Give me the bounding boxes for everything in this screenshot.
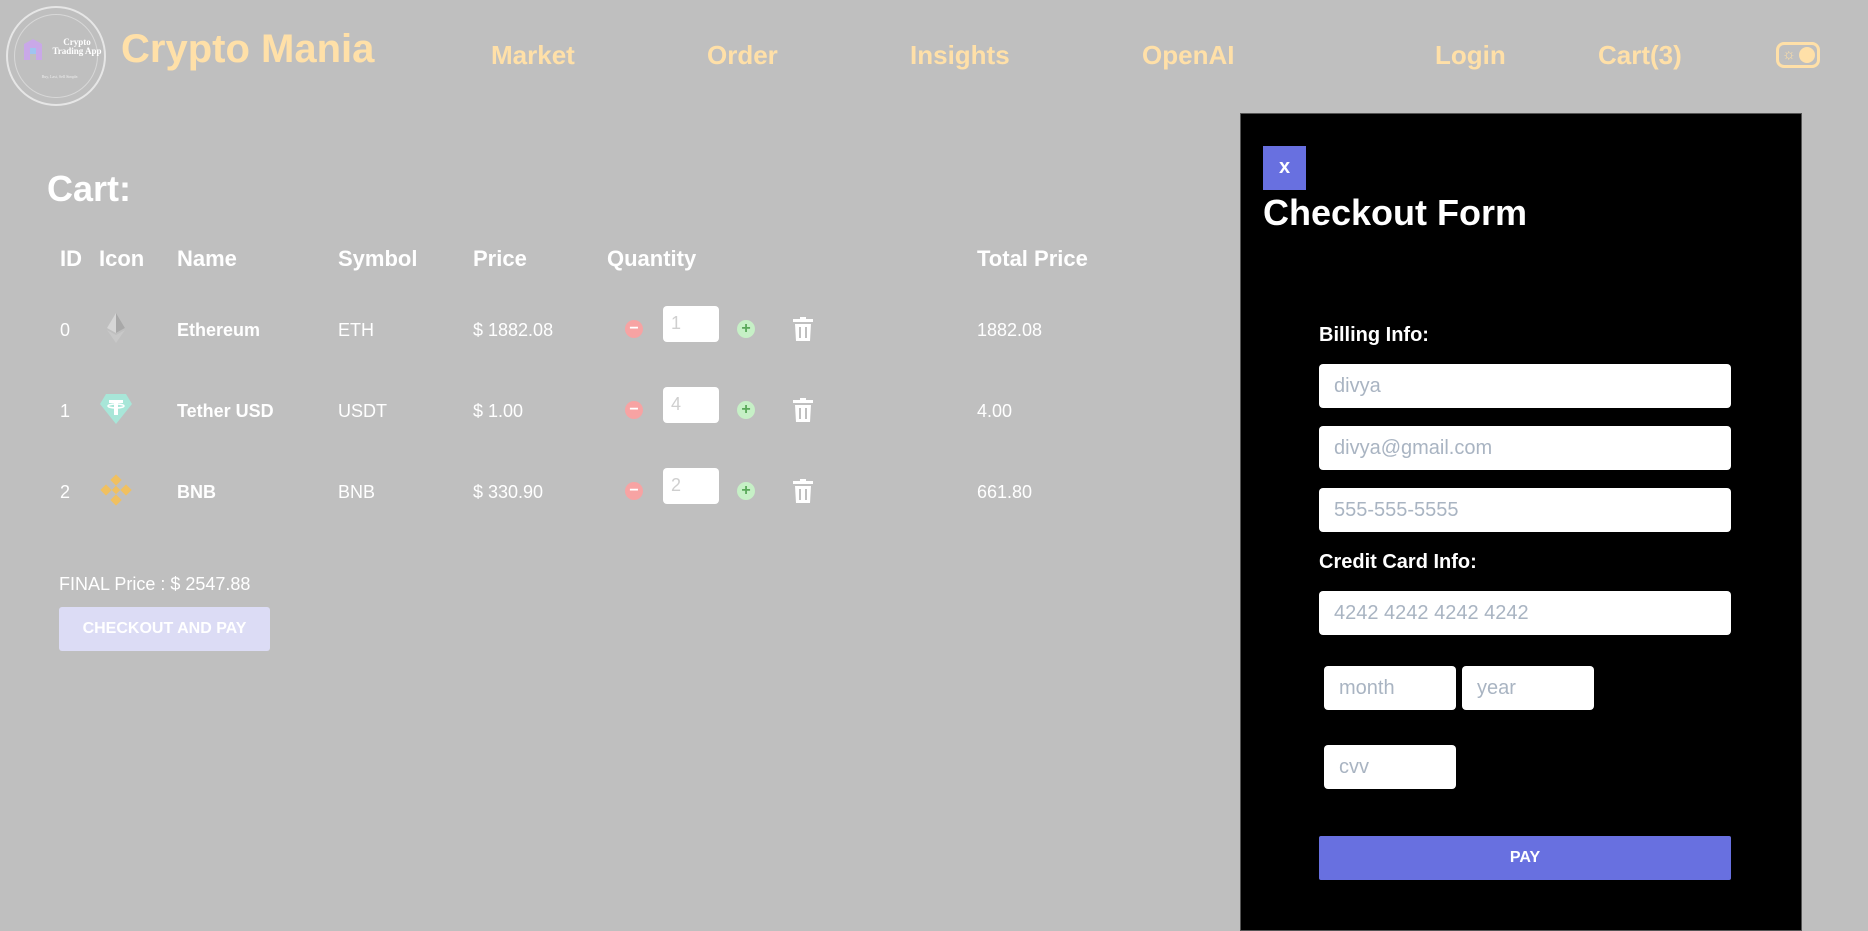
col-header-price: Price [473,246,527,271]
theme-toggle[interactable]: ☼ [1776,42,1820,68]
email-field[interactable]: divya@gmail.com [1319,426,1731,470]
ethereum-icon [107,313,125,343]
close-button[interactable]: x [1263,146,1306,190]
nav-insights[interactable]: Insights [910,40,1010,71]
col-header-name: Name [177,246,237,271]
cart-title: Cart: [47,168,132,209]
decrease-quantity-button[interactable]: − [625,482,643,500]
cvv-field[interactable]: cvv [1324,745,1456,789]
col-header-id: ID [60,246,82,271]
row-price: $ 1.00 [473,401,524,421]
row-symbol: USDT [338,401,387,421]
checkout-title: Checkout Form [1263,192,1528,233]
row-total: 4.00 [977,401,1013,421]
decrease-quantity-button[interactable]: − [625,401,643,419]
decrease-quantity-button[interactable]: − [625,320,643,338]
quantity-input[interactable]: 4 [663,387,719,423]
increase-quantity-button[interactable]: + [737,320,755,338]
toggle-knob [1799,47,1815,63]
row-id: 1 [60,401,71,421]
quantity-input[interactable]: 2 [663,468,719,504]
final-price: FINAL Price : $ 2547.88 [59,574,251,594]
nav-openai[interactable]: OpenAI [1142,40,1234,71]
col-header-icon: Icon [99,246,145,271]
row-name: BNB [177,482,216,502]
nav-order[interactable]: Order [707,40,778,71]
increase-quantity-button[interactable]: + [737,482,755,500]
nav-market[interactable]: Market [491,40,575,71]
sun-icon: ☼ [1782,46,1796,63]
row-price: $ 330.90 [473,482,544,502]
phone-field[interactable]: 555-555-5555 [1319,488,1731,532]
nav-cart[interactable]: Cart(3) [1598,40,1682,71]
credit-card-info-label: Credit Card Info: [1319,551,1477,573]
row-name: Ethereum [177,320,261,340]
increase-quantity-button[interactable]: + [737,401,755,419]
row-total: 661.80 [977,482,1033,502]
col-header-symbol: Symbol [338,246,418,271]
row-id: 2 [60,482,71,502]
app-logo[interactable]: Crypto Trading App Buy, Last, Sell Simpl… [6,6,106,106]
row-id: 0 [60,320,71,340]
pay-button[interactable]: PAY [1319,836,1731,880]
row-symbol: BNB [338,482,376,502]
trash-icon[interactable] [792,398,814,422]
name-field[interactable]: divya [1319,364,1731,408]
card-number-field[interactable]: 4242 4242 4242 4242 [1319,591,1731,635]
row-symbol: ETH [338,320,374,340]
brand-title[interactable]: Crypto Mania [121,27,374,72]
row-total: 1882.08 [977,320,1043,340]
nav-login[interactable]: Login [1435,40,1506,71]
month-field[interactable]: month [1324,666,1456,710]
trash-icon[interactable] [792,479,814,503]
row-price: $ 1882.08 [473,320,554,340]
col-header-total: Total Price [977,246,1088,271]
trash-icon[interactable] [792,317,814,341]
bnb-icon [100,474,132,506]
quantity-input[interactable]: 1 [663,306,719,342]
logo-title: Crypto Trading App [52,37,102,56]
col-header-quantity: Quantity [607,246,697,271]
logo-tagline: Buy, Last, Sell Simple. [41,74,79,79]
year-field[interactable]: year [1462,666,1594,710]
checkout-modal: x Checkout Form Billing Info: divya divy… [1240,113,1802,931]
billing-info-label: Billing Info: [1319,324,1429,346]
tether-icon [100,394,132,424]
logo-mark-icon [24,39,42,60]
checkout-and-pay-button[interactable]: CHECKOUT AND PAY [59,607,270,651]
row-name: Tether USD [177,401,274,421]
